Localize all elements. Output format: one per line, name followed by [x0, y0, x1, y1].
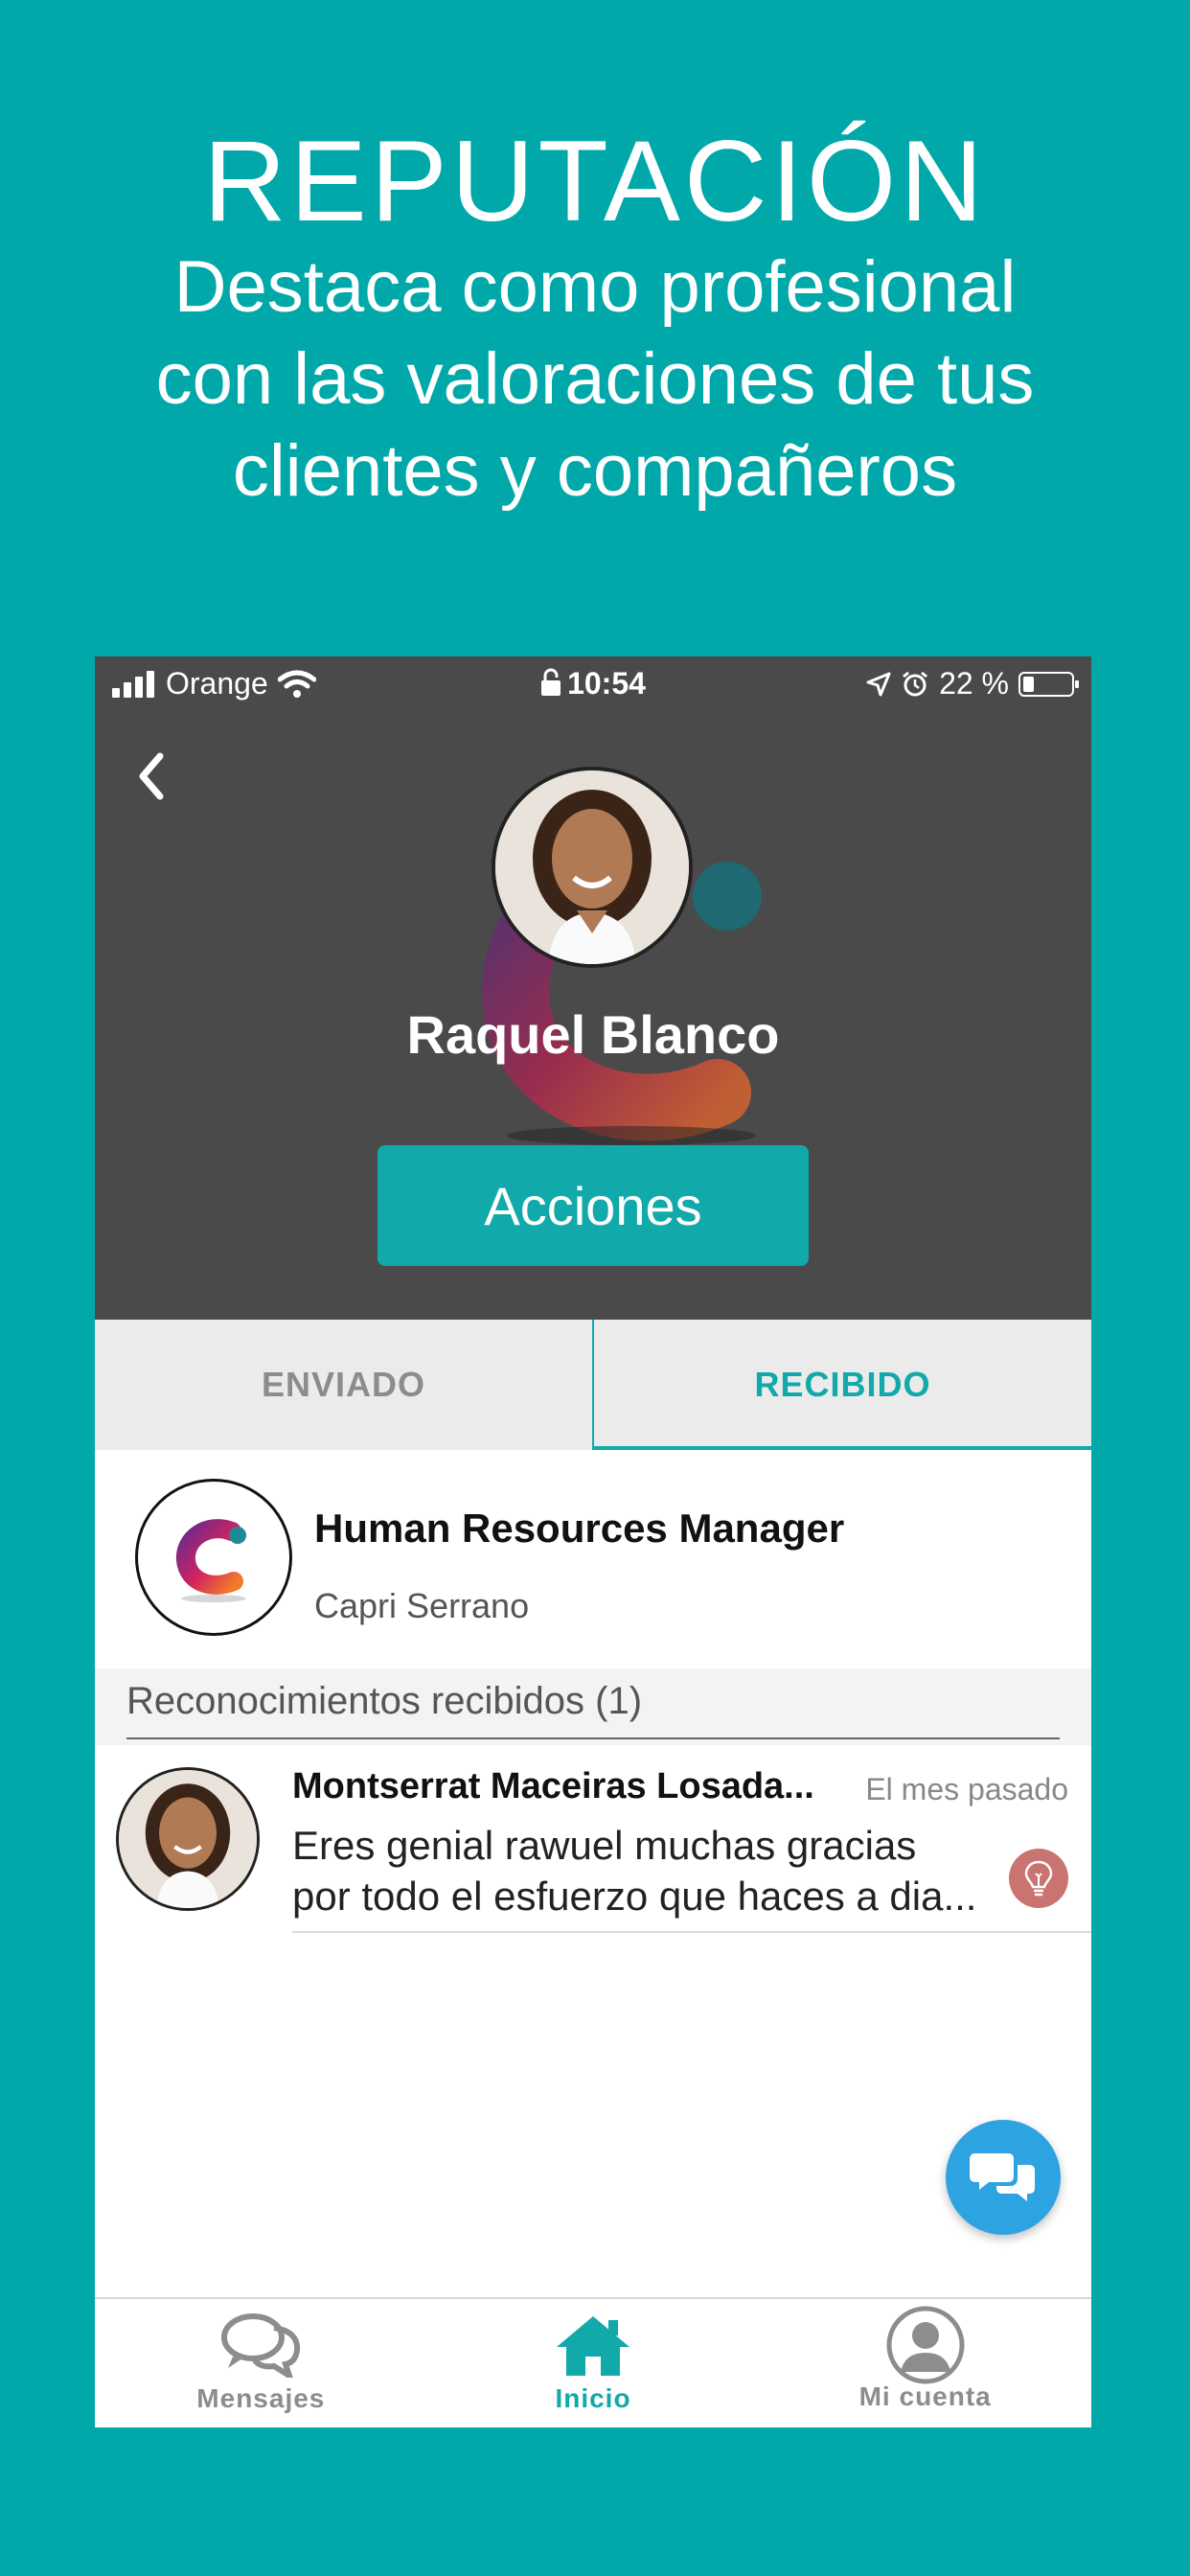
profile-header: Orange 10:54 22 % Raquel Blanco Acciones	[95, 656, 1091, 1320]
bottom-nav: Mensajes Inicio Mi cuenta	[95, 2297, 1091, 2427]
nav-inicio[interactable]: Inicio	[427, 2299, 760, 2427]
brand-c-logo	[176, 1519, 246, 1602]
promo-title: REPUTACIÓN	[203, 117, 987, 245]
back-button[interactable]	[124, 743, 181, 810]
message-line: Eres genial rawuel muchas gracias	[292, 1823, 917, 1868]
recognition-badge	[1009, 1849, 1068, 1908]
home-icon	[557, 2316, 629, 2376]
clock-time: 10:54	[567, 666, 646, 701]
chat-bubbles-icon	[970, 2153, 1035, 2201]
recognition-item[interactable]: Montserrat Maceiras Losada... El mes pas…	[95, 1745, 1091, 1956]
lightbulb-icon	[1024, 1860, 1053, 1897]
battery-icon	[1018, 671, 1079, 697]
battery-fill	[1023, 676, 1034, 692]
message-line: por todo el esfuerzo que haces a dia...	[292, 1874, 977, 1919]
lock-icon	[541, 668, 561, 696]
author-avatar	[116, 1767, 260, 1911]
recognitions-section-header: Reconocimientos recibidos (1)	[95, 1668, 1091, 1745]
promo-subtitle-line: con las valoraciones de tus	[155, 338, 1035, 420]
status-bar: Orange 10:54 22 %	[95, 656, 1091, 710]
tab-recibido[interactable]: RECIBIDO	[594, 1320, 1091, 1450]
promo-subtitle-line: clientes y compañeros	[232, 430, 958, 512]
chevron-left-icon	[139, 752, 164, 800]
nav-label: Inicio	[555, 2383, 631, 2413]
profile-name: Raquel Blanco	[406, 1004, 780, 1065]
profile-avatar	[492, 767, 693, 968]
company-card[interactable]: Human Resources Manager Capri Serrano	[95, 1450, 1091, 1668]
nav-mensajes[interactable]: Mensajes	[95, 2299, 427, 2427]
company-logo	[135, 1479, 292, 1636]
person-photo	[119, 1770, 257, 1908]
recognition-message: Eres genial rawuel muchas gracias por to…	[292, 1820, 982, 1921]
promo-subtitle: Destaca como profesional con las valorac…	[0, 242, 1190, 518]
tab-bar: ENVIADO RECIBIDO	[95, 1320, 1091, 1450]
user-icon	[886, 2306, 965, 2384]
company-subtitle: Capri Serrano	[314, 1586, 530, 1625]
status-right: 22 %	[866, 666, 1079, 702]
chat-bubbles-icon	[221, 2313, 301, 2378]
person-photo	[495, 770, 689, 964]
recognition-date: El mes pasado	[865, 1772, 1068, 1806]
battery-percent: 22 %	[939, 666, 1009, 701]
tab-enviado[interactable]: ENVIADO	[95, 1320, 594, 1450]
company-title: Human Resources Manager	[314, 1506, 845, 1551]
nav-label: Mi cuenta	[858, 2381, 992, 2411]
phone-screen: Orange 10:54 22 % Raquel Blanco Acciones…	[95, 656, 1091, 2427]
chat-fab-button[interactable]	[946, 2120, 1061, 2235]
nav-label: Mensajes	[196, 2383, 326, 2413]
recognition-author: Montserrat Maceiras Losada...	[292, 1766, 814, 1806]
alarm-icon	[903, 671, 927, 696]
promo-subtitle-line: Destaca como profesional	[173, 246, 1017, 328]
actions-button[interactable]: Acciones	[378, 1145, 809, 1266]
divider	[126, 1737, 1060, 1739]
nav-mi-cuenta[interactable]: Mi cuenta	[759, 2299, 1091, 2427]
divider	[292, 1931, 1091, 1933]
section-title: Reconocimientos recibidos (1)	[126, 1680, 643, 1722]
location-icon	[866, 672, 891, 696]
